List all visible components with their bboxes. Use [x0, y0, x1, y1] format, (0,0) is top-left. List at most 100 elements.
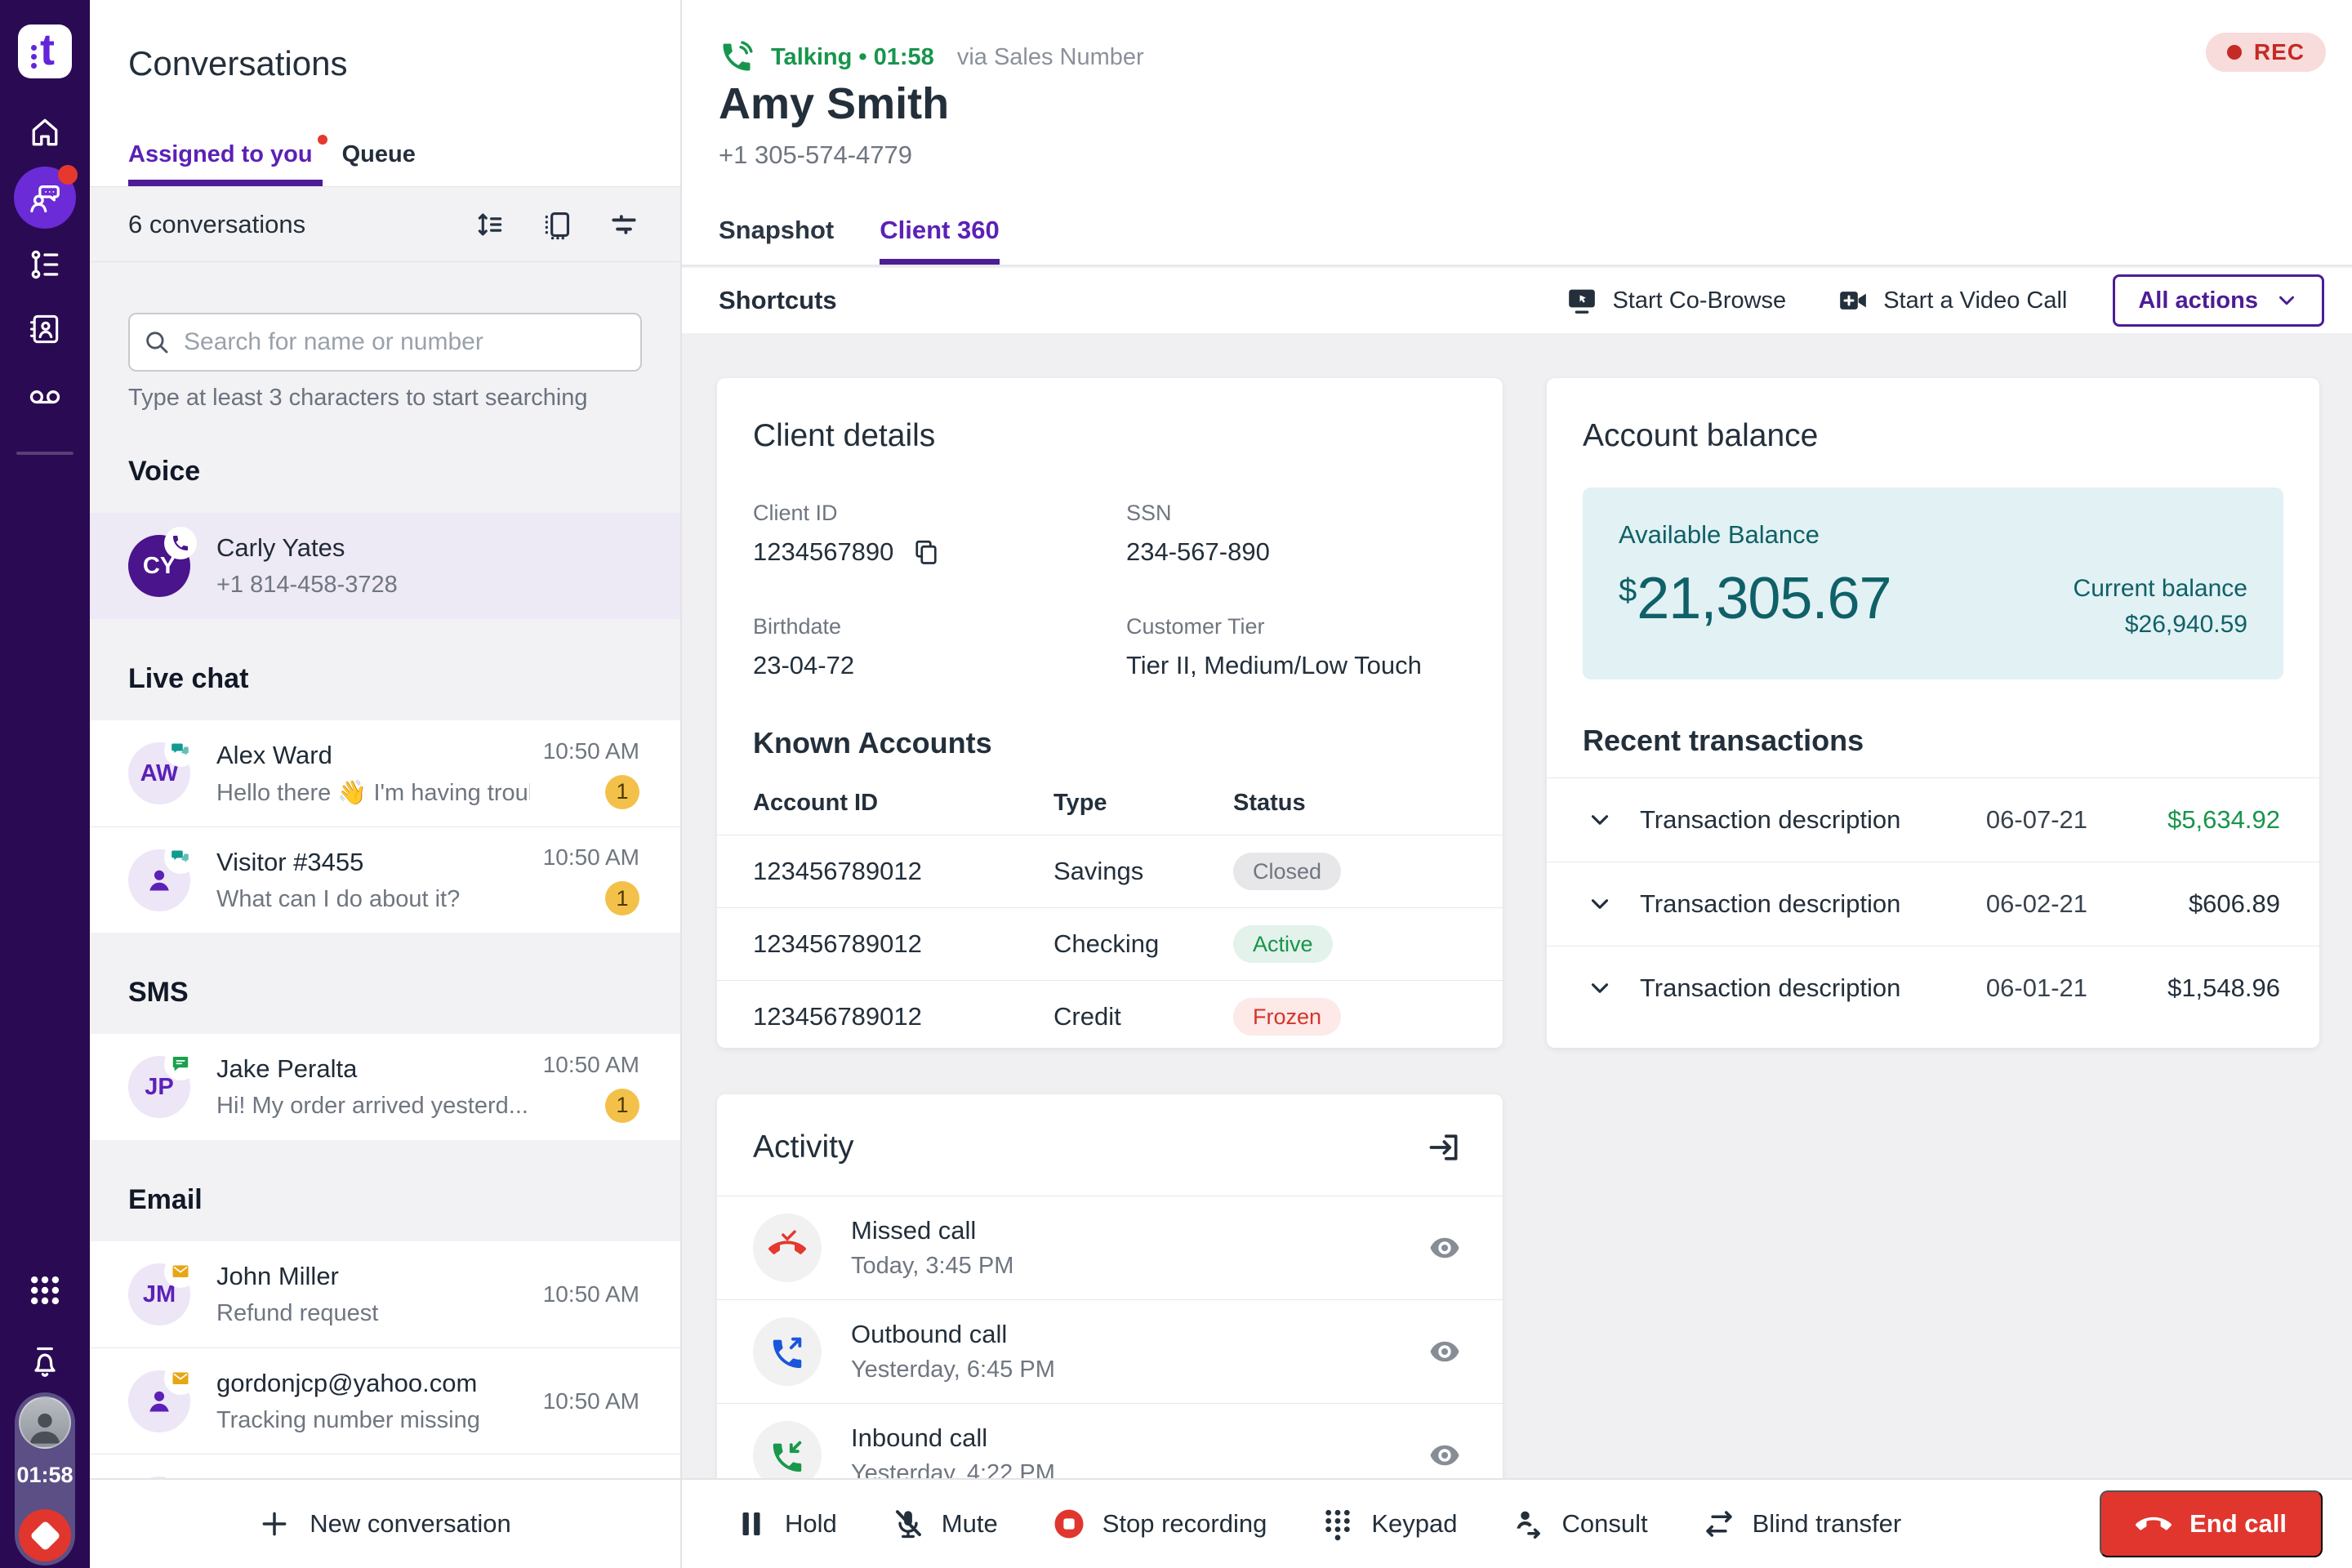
email-channel-icon: [164, 1468, 197, 1479]
section-label-email: Email: [128, 1184, 642, 1216]
conversations-icon[interactable]: [14, 167, 76, 229]
section-label-live-chat: Live chat: [128, 663, 642, 695]
home-icon[interactable]: [27, 114, 63, 150]
tab-snapshot[interactable]: Snapshot: [719, 216, 834, 265]
missed-call-icon: [753, 1214, 822, 1282]
timestamp: 10:50 AM: [543, 1052, 639, 1078]
avatar: [128, 849, 190, 911]
mic-off-icon: [891, 1507, 925, 1541]
logo-letter: t: [40, 24, 55, 75]
call-controls-bar: Hold Mute Stop recording Keypad Consult …: [682, 1478, 2352, 1568]
available-balance-box: Available Balance $ 21,305.67 Current ba…: [1583, 488, 2283, 679]
hold-button[interactable]: Hold: [734, 1507, 837, 1541]
chevron-down-icon[interactable]: [1586, 974, 1614, 1002]
mute-button[interactable]: Mute: [891, 1507, 998, 1541]
activity-row-missed-call[interactable]: Missed call Today, 3:45 PM: [717, 1196, 1503, 1299]
conversations-panel: Conversations Assigned to you Queue 6 co…: [90, 0, 682, 1568]
sort-icon[interactable]: [474, 209, 506, 240]
conversation-row-visitor-3455[interactable]: Visitor #3455 What can I do about it? 10…: [90, 826, 680, 933]
bell-icon[interactable]: [27, 1344, 63, 1380]
field-ssn: SSN 234-567-890: [1126, 501, 1467, 567]
status-badge: Active: [1233, 925, 1333, 963]
conversation-row-carly-yates[interactable]: CY Carly Yates +1 814-458-3728: [90, 513, 680, 619]
table-row[interactable]: 123456789012 Credit Frozen: [753, 981, 1467, 1053]
client-details-card: Client details Client ID 1234567890 SSN …: [717, 378, 1503, 1048]
unread-badge: 1: [605, 881, 639, 915]
shortcuts-label: Shortcuts: [719, 286, 1515, 315]
all-actions-button[interactable]: All actions: [2113, 274, 2324, 327]
page-title: Conversations: [128, 44, 347, 83]
card-view-icon[interactable]: [541, 209, 572, 240]
open-activity-icon[interactable]: [1426, 1129, 1462, 1165]
tab-assigned-to-you[interactable]: Assigned to you: [128, 141, 313, 186]
avatar: JM: [128, 1263, 190, 1325]
pause-icon: [734, 1507, 768, 1541]
filter-icon[interactable]: [608, 209, 639, 240]
view-details-eye-icon[interactable]: [1428, 1334, 1462, 1369]
voicemail-icon[interactable]: [27, 380, 63, 416]
alert-dot: [318, 135, 327, 145]
card-title: Activity: [753, 1129, 854, 1166]
app-rail: t 01:58: [0, 0, 90, 1568]
transfer-arrows-icon: [1702, 1507, 1736, 1541]
table-row[interactable]: 123456789012 Checking Active: [753, 908, 1467, 980]
search-helper-text: Type at least 3 characters to start sear…: [128, 385, 642, 412]
transaction-row[interactable]: Transaction description 06-02-21 $606.89: [1547, 862, 2319, 946]
field-customer-tier: Customer Tier Tier II, Medium/Low Touch: [1126, 614, 1467, 680]
activity-row-outbound-call[interactable]: Outbound call Yesterday, 6:45 PM: [717, 1300, 1503, 1403]
view-details-eye-icon[interactable]: [1428, 1231, 1462, 1265]
start-cobrowse-button[interactable]: Start Co-Browse: [1566, 284, 1786, 317]
agent-avatar: [19, 1396, 71, 1449]
status-badge: Closed: [1233, 853, 1341, 890]
list-header: 6 conversations: [90, 187, 680, 262]
main-area: Talking • 01:58 via Sales Number Amy Smi…: [682, 0, 2352, 1568]
phone-talking-icon: [719, 39, 755, 75]
conversation-row-john-miller[interactable]: JM John Miller Refund request 10:50 AM: [90, 1241, 680, 1348]
keypad-button[interactable]: Keypad: [1321, 1507, 1457, 1541]
queue-list-icon[interactable]: [27, 247, 63, 283]
conversation-row-partial[interactable]: [90, 1454, 680, 1478]
conversation-row-jake-peralta[interactable]: JP Jake Peralta Hi! My order arrived yes…: [90, 1034, 680, 1140]
tab-queue[interactable]: Queue: [342, 141, 416, 186]
transaction-row[interactable]: Transaction description 06-01-21 $1,548.…: [1547, 947, 2319, 1030]
new-conversation-button[interactable]: New conversation: [90, 1478, 680, 1568]
conversation-row-alex-ward[interactable]: AW Alex Ward Hello there 👋 I'm having tr…: [90, 720, 680, 826]
apps-grid-icon[interactable]: [27, 1272, 63, 1308]
search-input[interactable]: [128, 313, 642, 372]
chevron-down-icon[interactable]: [1586, 806, 1614, 834]
timestamp: 10:50 AM: [543, 844, 639, 871]
rail-divider: [16, 452, 74, 455]
blind-transfer-button[interactable]: Blind transfer: [1702, 1507, 1902, 1541]
panel-header: Conversations Assigned to you Queue: [90, 0, 680, 187]
stop-recording-icon: [1052, 1507, 1086, 1541]
section-label-sms: SMS: [128, 977, 642, 1009]
field-client-id: Client ID 1234567890: [753, 501, 1094, 567]
contacts-icon[interactable]: [27, 311, 63, 347]
tab-client-360[interactable]: Client 360: [880, 216, 999, 265]
table-row[interactable]: 123456789012 Savings Closed: [753, 835, 1467, 907]
busy-status-icon: [19, 1509, 71, 1561]
end-call-button[interactable]: End call: [2100, 1490, 2323, 1557]
section-label-voice: Voice: [128, 456, 642, 488]
consult-button[interactable]: Consult: [1511, 1507, 1647, 1541]
card-title: Account balance: [1547, 378, 2319, 455]
avatar: JP: [128, 1056, 190, 1118]
call-timer: 01:58: [15, 1463, 75, 1488]
talkdesk-logo[interactable]: t: [18, 24, 72, 78]
view-details-eye-icon[interactable]: [1428, 1438, 1462, 1472]
agent-status-pill[interactable]: 01:58: [15, 1392, 75, 1566]
activity-row-inbound-call[interactable]: Inbound call Yesterday, 4:22 PM: [717, 1404, 1503, 1478]
stop-recording-button[interactable]: Stop recording: [1052, 1507, 1267, 1541]
panel-tabs: Assigned to you Queue: [128, 141, 416, 186]
avatar: AW: [128, 742, 190, 804]
chevron-down-icon[interactable]: [1586, 890, 1614, 918]
start-video-call-button[interactable]: Start a Video Call: [1837, 284, 2067, 317]
accounts-table-header: Account ID Type Status: [753, 790, 1467, 835]
transaction-row[interactable]: Transaction description 06-07-21 $5,634.…: [1547, 778, 2319, 862]
logo-dots-icon: [31, 45, 37, 51]
call-header: Talking • 01:58 via Sales Number Amy Smi…: [682, 0, 2352, 266]
avatar: CY: [128, 535, 190, 597]
conversation-row-gordonjcp[interactable]: gordonjcp@yahoo.com Tracking number miss…: [90, 1348, 680, 1454]
copy-icon[interactable]: [911, 537, 941, 567]
consult-icon: [1511, 1507, 1545, 1541]
